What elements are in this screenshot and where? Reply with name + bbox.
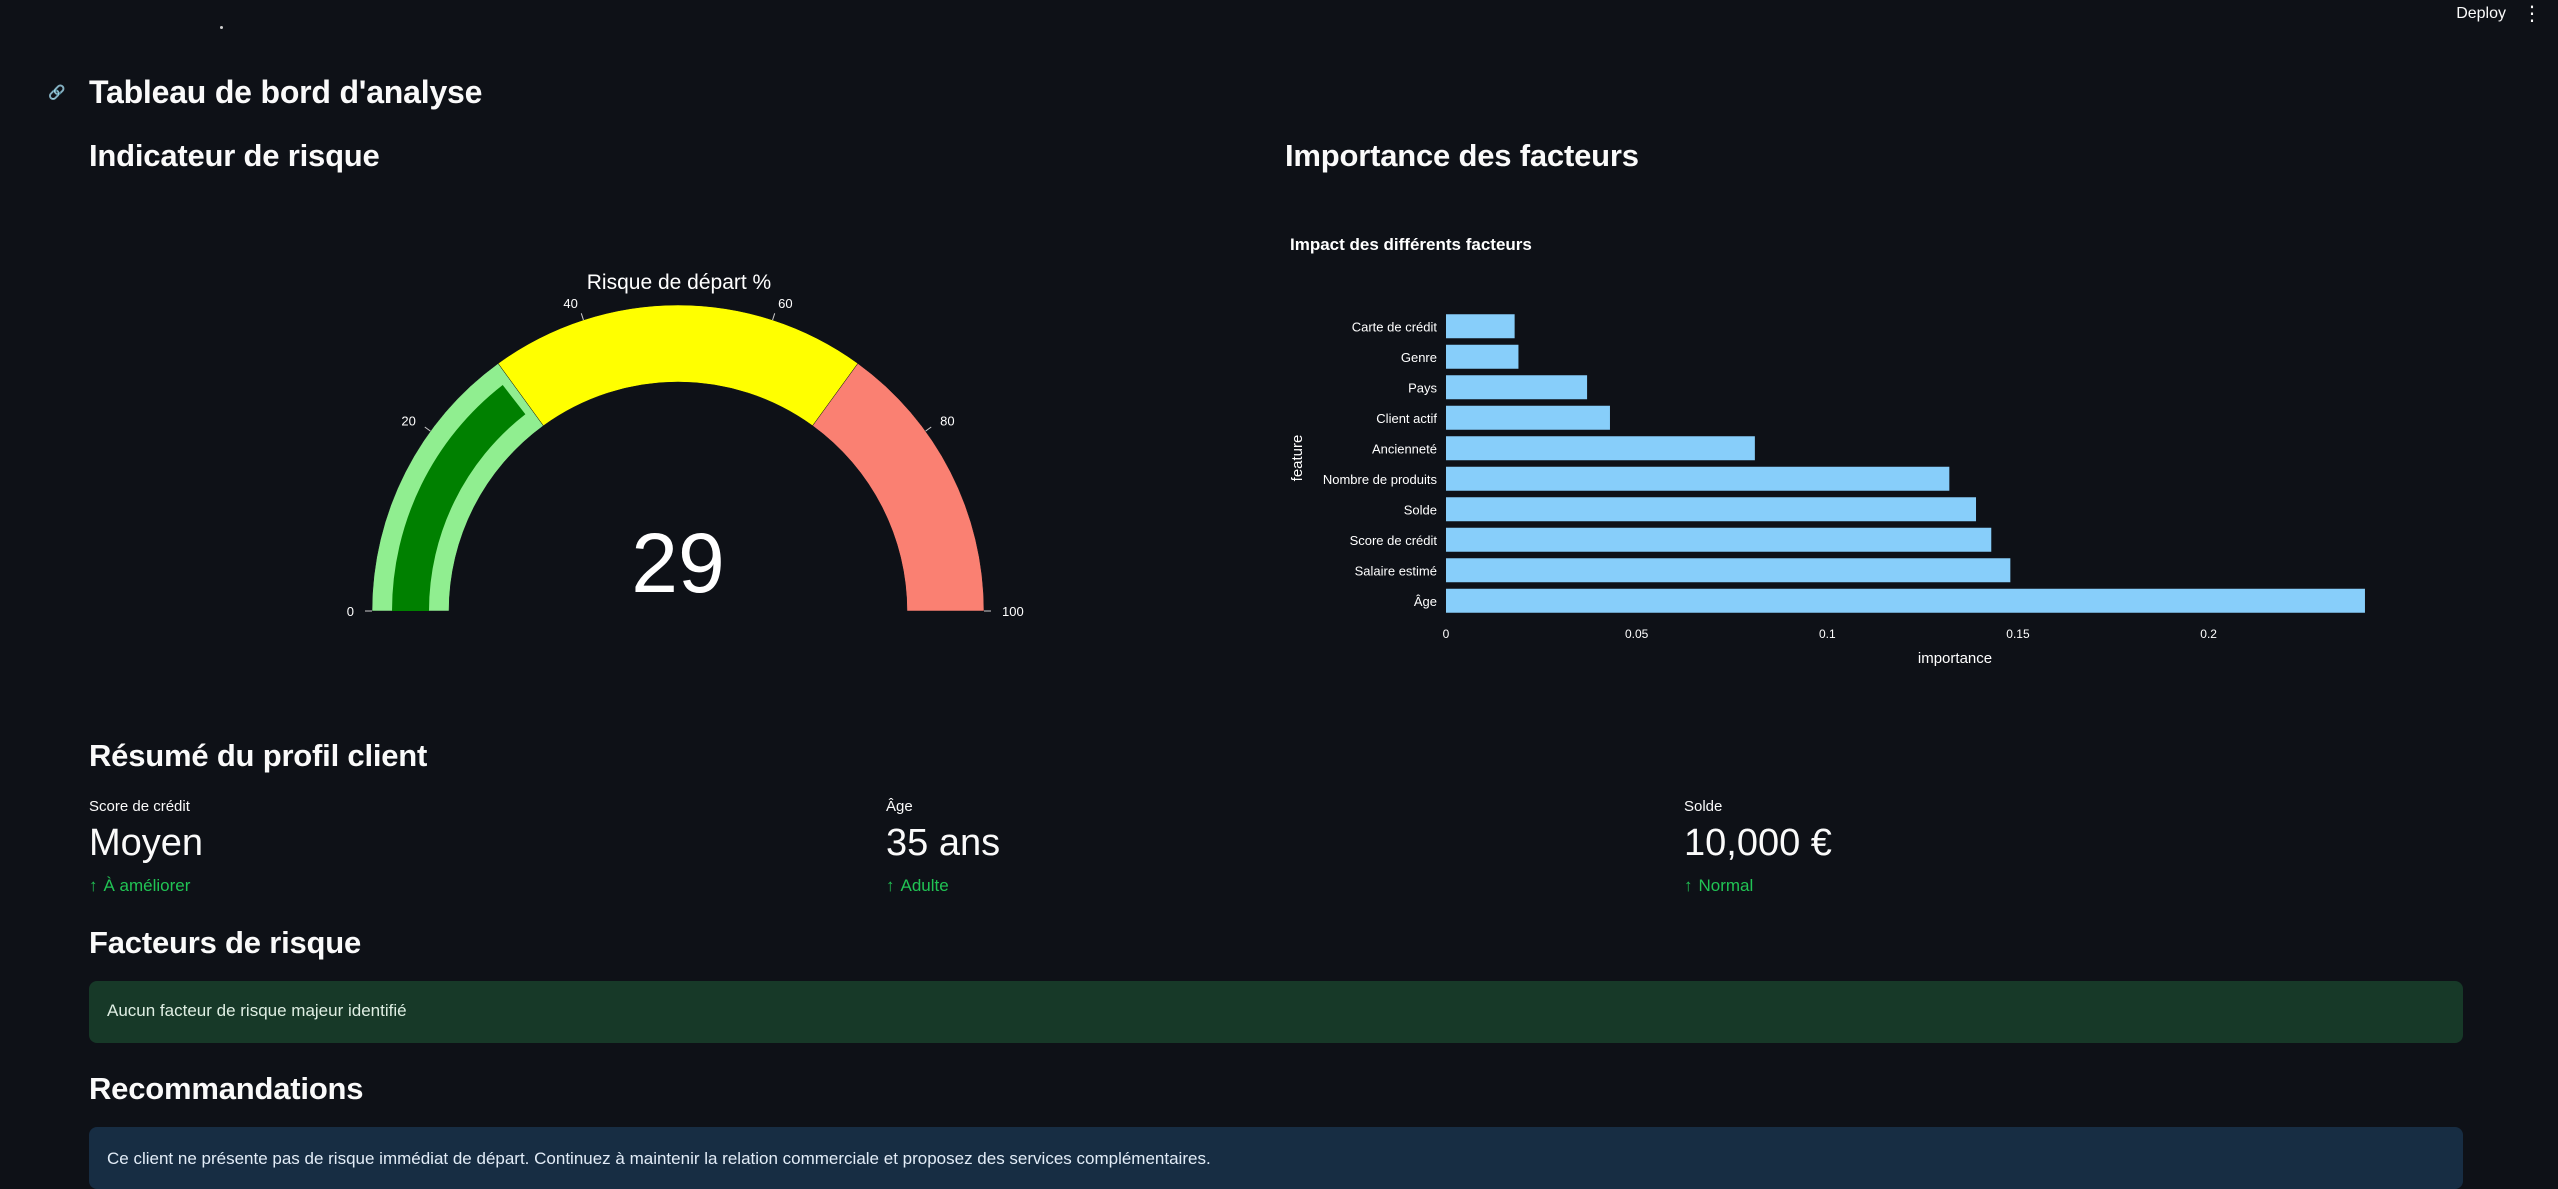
risk-factors-heading: Facteurs de risque <box>89 925 362 960</box>
gauge-value: 29 <box>631 516 724 610</box>
bar-7 <box>1446 527 1992 552</box>
balance-delta-text: Normal <box>1698 876 1754 895</box>
more-options-icon[interactable]: ⋮ <box>2522 2 2542 26</box>
y-tick-label: Carte de crédit <box>1352 319 1438 334</box>
link-icon[interactable]: 🔗 <box>48 84 65 100</box>
arrow-up-icon: ↑ <box>89 876 98 895</box>
y-tick-label: Client actif <box>1376 411 1437 426</box>
age-delta-text: Adulte <box>900 876 949 895</box>
bar-2 <box>1446 375 1588 400</box>
gauge-tick-label: 40 <box>563 296 577 311</box>
factor-importance-chart: Impact des différents facteurs Carte de … <box>1280 225 2430 675</box>
page-title: Tableau de bord d'analyse <box>89 74 483 110</box>
gauge-tick-mark <box>925 426 932 432</box>
balance-delta: ↑ Normal <box>1684 876 1753 896</box>
risk-indicator-heading: Indicateur de risque <box>89 138 380 173</box>
y-tick-label: Salaire estimé <box>1355 563 1437 578</box>
gauge-tick-label: 60 <box>778 296 792 311</box>
gauge-tick-label: 100 <box>1002 604 1024 619</box>
gauge-title: Risque de départ % <box>587 271 771 294</box>
y-tick-label: Pays <box>1408 380 1437 395</box>
x-axis-label: importance <box>1918 650 1992 667</box>
bar-1 <box>1446 344 1519 369</box>
profile-summary-heading: Résumé du profil client <box>89 738 428 773</box>
y-tick-label: Score de crédit <box>1350 533 1438 548</box>
bar-0 <box>1446 314 1515 339</box>
gauge-tick-label: 0 <box>347 604 354 619</box>
y-tick-label: Solde <box>1404 502 1437 517</box>
risk-gauge: Risque de départ % 0 20 40 60 80 100 29 <box>340 255 1040 635</box>
chart-title: Impact des différents facteurs <box>1290 235 1532 254</box>
risk-gauge-svg: Risque de départ % 0 20 40 60 80 100 29 <box>347 271 1024 619</box>
credit-score-label: Score de crédit <box>89 798 190 815</box>
bar-8 <box>1446 558 2011 583</box>
balance-value: 10,000 € <box>1684 822 1832 864</box>
bar-9 <box>1446 588 2365 613</box>
balance-label: Solde <box>1684 798 1723 815</box>
gauge-tick-mark <box>424 426 431 432</box>
age-delta: ↑ Adulte <box>886 876 949 896</box>
age-label: Âge <box>886 798 913 815</box>
arrow-up-icon: ↑ <box>886 876 895 895</box>
bar-4 <box>1446 436 1755 461</box>
age-value: 35 ans <box>886 822 1001 864</box>
risk-factors-alert: Aucun facteur de risque majeur identifié <box>89 981 2463 1043</box>
x-tick-label: 0.15 <box>2006 627 2030 641</box>
gauge-tick-mark <box>772 313 776 321</box>
app-header: Deploy ⋮ <box>0 0 2558 30</box>
y-tick-label: Genre <box>1401 350 1437 365</box>
gauge-tick-label: 20 <box>401 414 415 429</box>
x-tick-label: 0.05 <box>1625 627 1649 641</box>
credit-score-delta: ↑ À améliorer <box>89 876 190 896</box>
bar-5 <box>1446 466 1950 491</box>
risk-factors-message: Aucun facteur de risque majeur identifié <box>107 1001 407 1020</box>
gauge-tick-label: 80 <box>940 414 954 429</box>
arrow-up-icon: ↑ <box>1684 876 1693 895</box>
bar-3 <box>1446 405 1610 430</box>
gauge-band-1 <box>497 304 859 427</box>
y-axis-label: feature <box>1289 435 1306 482</box>
deploy-button[interactable]: Deploy <box>2456 5 2506 23</box>
factor-importance-heading: Importance des facteurs <box>1285 138 1639 173</box>
bar-6 <box>1446 497 1977 522</box>
y-tick-label: Âge <box>1414 594 1437 609</box>
x-tick-label: 0.2 <box>2200 627 2217 641</box>
y-tick-label: Nombre de produits <box>1323 472 1438 487</box>
y-tick-label: Ancienneté <box>1372 441 1437 456</box>
x-tick-label: 0 <box>1443 627 1450 641</box>
gauge-tick-mark <box>580 313 584 321</box>
factor-importance-svg: Impact des différents facteurs Carte de … <box>1289 235 2365 667</box>
recommendation-alert: Ce client ne présente pas de risque immé… <box>89 1127 2463 1189</box>
recommendation-message: Ce client ne présente pas de risque immé… <box>107 1149 1211 1168</box>
recommendations-heading: Recommandations <box>89 1071 364 1106</box>
x-tick-label: 0.1 <box>1819 627 1836 641</box>
credit-score-value: Moyen <box>89 822 204 864</box>
credit-score-delta-text: À améliorer <box>103 876 191 895</box>
gauge-band-2 <box>812 363 985 612</box>
status-dot <box>220 26 223 29</box>
